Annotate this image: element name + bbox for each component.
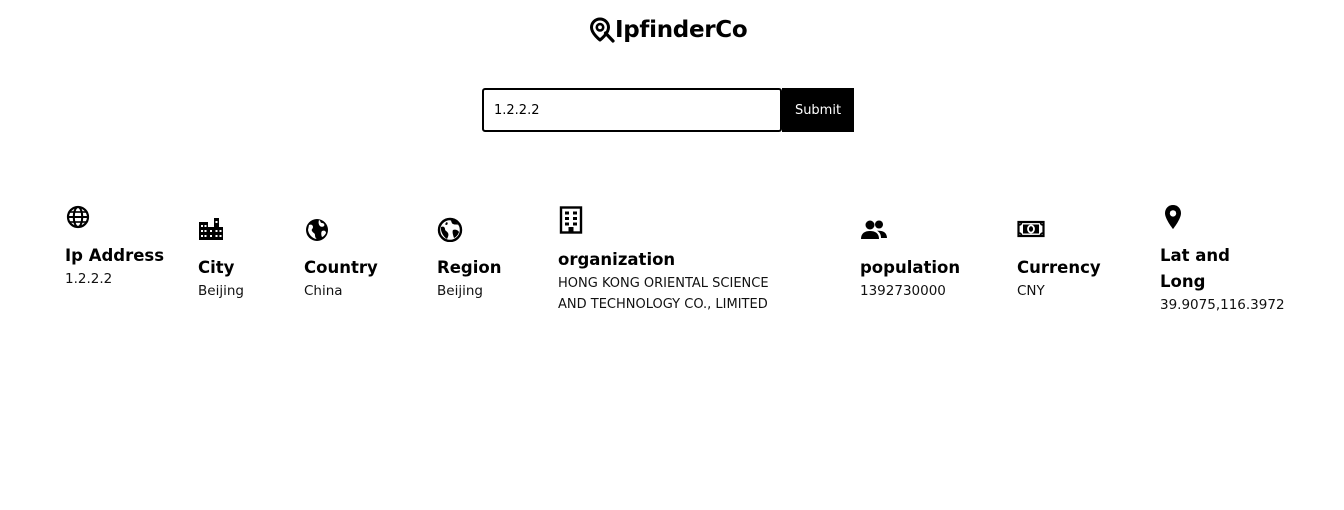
card-label: organization <box>558 250 676 269</box>
info-card-region: Region Beijing <box>437 216 547 302</box>
globe-outline-icon <box>437 217 463 242</box>
info-card-lat-long: Lat and Long 39.9075,116.3972 <box>1160 204 1285 316</box>
card-value: HONG KONG ORIENTAL SCIENCE AND TECHNOLOG… <box>558 276 769 312</box>
card-value: 39.9075,116.3972 <box>1160 297 1285 313</box>
card-label: population <box>860 258 961 277</box>
card-label: Region <box>437 258 502 277</box>
ip-search-input[interactable] <box>482 88 782 132</box>
info-card-population: population 1392730000 <box>860 216 990 302</box>
people-icon <box>861 220 887 239</box>
card-label: Lat and Long <box>1160 246 1230 291</box>
info-card-organization: organization HONG KONG ORIENTAL SCIENCE … <box>558 206 798 315</box>
card-value: Beijing <box>437 283 483 299</box>
city-buildings-icon <box>199 218 223 240</box>
globe-grid-icon <box>66 205 90 229</box>
card-label: City <box>198 258 235 277</box>
submit-button[interactable]: Submit <box>782 88 854 132</box>
card-value: China <box>304 283 343 299</box>
info-card-ip-address: Ip Address 1.2.2.2 <box>65 204 175 290</box>
card-label: Ip Address <box>65 246 165 265</box>
info-card-country: Country China <box>304 216 414 302</box>
map-pin-search-icon <box>590 17 615 43</box>
brand-name: IpfinderCo <box>615 17 748 43</box>
info-card-currency: Currency CNY <box>1017 216 1127 302</box>
info-card-city: City Beijing <box>198 216 298 302</box>
globe-americas-icon <box>306 219 328 241</box>
brand-header: IpfinderCo <box>589 14 748 46</box>
card-label: Currency <box>1017 258 1101 277</box>
card-label: Country <box>304 258 378 277</box>
banknote-icon <box>1017 220 1045 238</box>
card-value: Beijing <box>198 283 244 299</box>
search-form: Submit <box>482 88 854 132</box>
card-value: 1392730000 <box>860 283 946 299</box>
card-value: 1.2.2.2 <box>65 271 113 287</box>
office-building-icon <box>559 206 583 234</box>
location-pin-icon <box>1165 205 1181 229</box>
card-value: CNY <box>1017 283 1045 299</box>
ip-finder-page: IpfinderCo Submit Ip Address 1.2.2.2 <box>0 0 1344 510</box>
